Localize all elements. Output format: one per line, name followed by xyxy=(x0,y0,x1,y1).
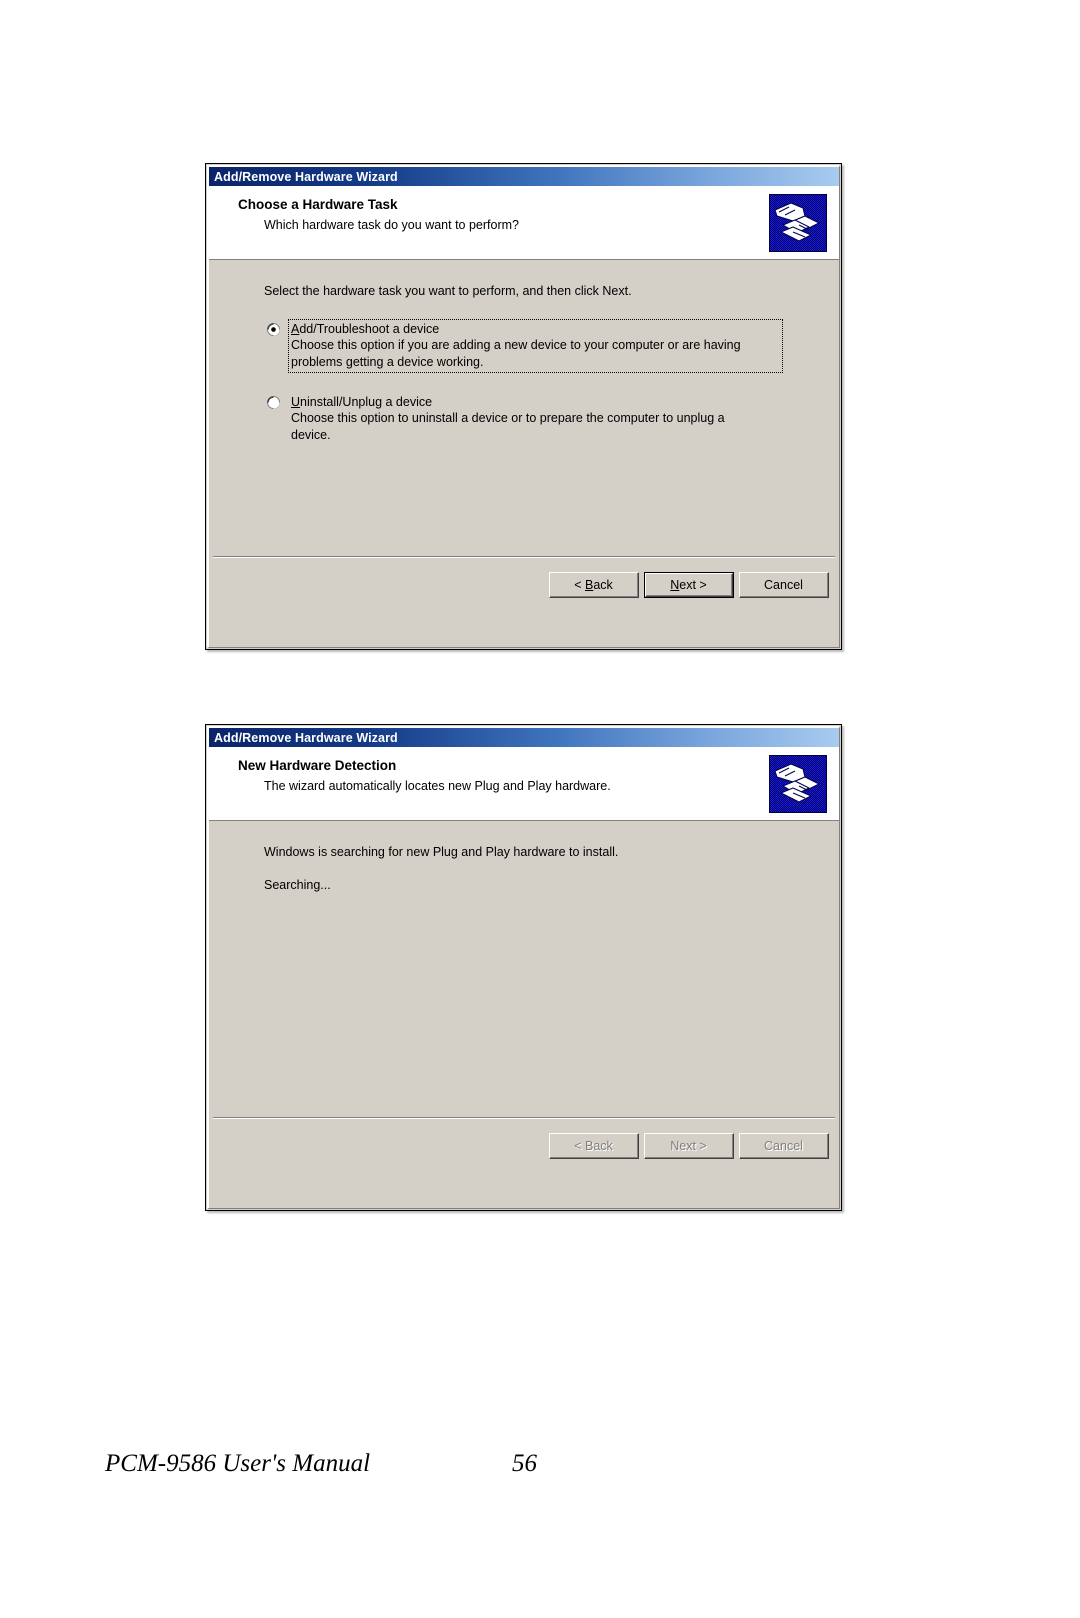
dialog-inner-frame: Add/Remove Hardware Wizard Choose a Hard… xyxy=(207,165,840,648)
back-button-label: < Back xyxy=(574,1138,613,1153)
next-button[interactable]: Next > xyxy=(644,572,734,598)
page-subtitle: Which hardware task do you want to perfo… xyxy=(264,218,519,232)
radio-option-uninstall-unplug[interactable]: Uninstall/Unplug a device Choose this op… xyxy=(267,393,767,445)
hardware-wizard-icon xyxy=(768,193,828,253)
next-button-label: Next > xyxy=(670,577,707,592)
add-remove-hardware-wizard-dialog-1[interactable]: Add/Remove Hardware Wizard Choose a Hard… xyxy=(205,163,842,650)
radio-option-description: Choose this option to uninstall a device… xyxy=(291,411,725,442)
wizard-header: Choose a Hardware Task Which hardware ta… xyxy=(209,186,839,260)
searching-progress-text: Searching... xyxy=(264,878,331,892)
footer-separator xyxy=(213,556,835,558)
page-title: New Hardware Detection xyxy=(238,758,397,773)
page-title: Choose a Hardware Task xyxy=(238,197,398,212)
next-button-inner: Next > xyxy=(646,574,732,596)
wizard-body: Select the hardware task you want to per… xyxy=(209,260,839,647)
search-status-text: Windows is searching for new Plug and Pl… xyxy=(264,845,619,859)
radio-option-content: Add/Troubleshoot a device Choose this op… xyxy=(288,319,783,373)
next-button: Next > xyxy=(644,1133,734,1159)
radio-option-description: Choose this option if you are adding a n… xyxy=(291,338,741,369)
hardware-wizard-icon xyxy=(768,754,828,814)
footer-separator xyxy=(213,1117,835,1119)
next-button-face: Next > xyxy=(645,1134,733,1158)
radio-option-label: Uninstall/Unplug a device xyxy=(291,394,765,410)
wizard-body: Windows is searching for new Plug and Pl… xyxy=(209,821,839,1208)
back-button-label: < Back xyxy=(574,577,613,592)
radio-option-mnemonic: U xyxy=(291,395,301,409)
dialog-title-text: Add/Remove Hardware Wizard xyxy=(214,730,398,745)
radio-button-unselected-icon[interactable] xyxy=(267,396,280,409)
radio-button-selected-icon[interactable] xyxy=(267,323,280,336)
radio-option-label-rest: dd/Troubleshoot a device xyxy=(299,322,440,336)
page-footer: PCM-9586 User's Manual 56 xyxy=(0,1450,1080,1510)
dialog-button-bar: < Back Next > Cancel xyxy=(549,1133,829,1159)
wizard-header: New Hardware Detection The wizard automa… xyxy=(209,747,839,821)
back-button-face: < Back xyxy=(550,573,638,597)
dialog-title-text: Add/Remove Hardware Wizard xyxy=(214,169,398,184)
dialog-titlebar: Add/Remove Hardware Wizard xyxy=(209,728,839,747)
radio-option-label-rest: ninstall/Unplug a device xyxy=(300,395,433,409)
cancel-button[interactable]: Cancel xyxy=(739,572,829,598)
radio-option-add-troubleshoot[interactable]: Add/Troubleshoot a device Choose this op… xyxy=(267,319,783,373)
dialog-inner-frame: Add/Remove Hardware Wizard New Hardware … xyxy=(207,726,840,1209)
dialog-titlebar: Add/Remove Hardware Wizard xyxy=(209,167,839,186)
cancel-button-face: Cancel xyxy=(740,1134,828,1158)
cancel-button-label: Cancel xyxy=(764,577,803,592)
page-number: 56 xyxy=(512,1450,537,1477)
back-button-face: < Back xyxy=(550,1134,638,1158)
back-button: < Back xyxy=(549,1133,639,1159)
radio-option-label: Add/Troubleshoot a device xyxy=(291,321,780,337)
add-remove-hardware-wizard-dialog-2[interactable]: Add/Remove Hardware Wizard New Hardware … xyxy=(205,724,842,1211)
page-subtitle: The wizard automatically locates new Plu… xyxy=(264,779,611,793)
instruction-text: Select the hardware task you want to per… xyxy=(264,284,632,298)
next-button-label: Next > xyxy=(670,1138,707,1153)
next-button-face: Next > xyxy=(645,573,733,597)
cancel-button: Cancel xyxy=(739,1133,829,1159)
radio-option-content: Uninstall/Unplug a device Choose this op… xyxy=(289,393,767,445)
cancel-button-label: Cancel xyxy=(764,1138,803,1153)
back-button[interactable]: < Back xyxy=(549,572,639,598)
cancel-button-face: Cancel xyxy=(740,573,828,597)
dialog-button-bar: < Back Next > Cancel xyxy=(549,572,829,598)
manual-title: PCM-9586 User's Manual xyxy=(105,1450,371,1477)
